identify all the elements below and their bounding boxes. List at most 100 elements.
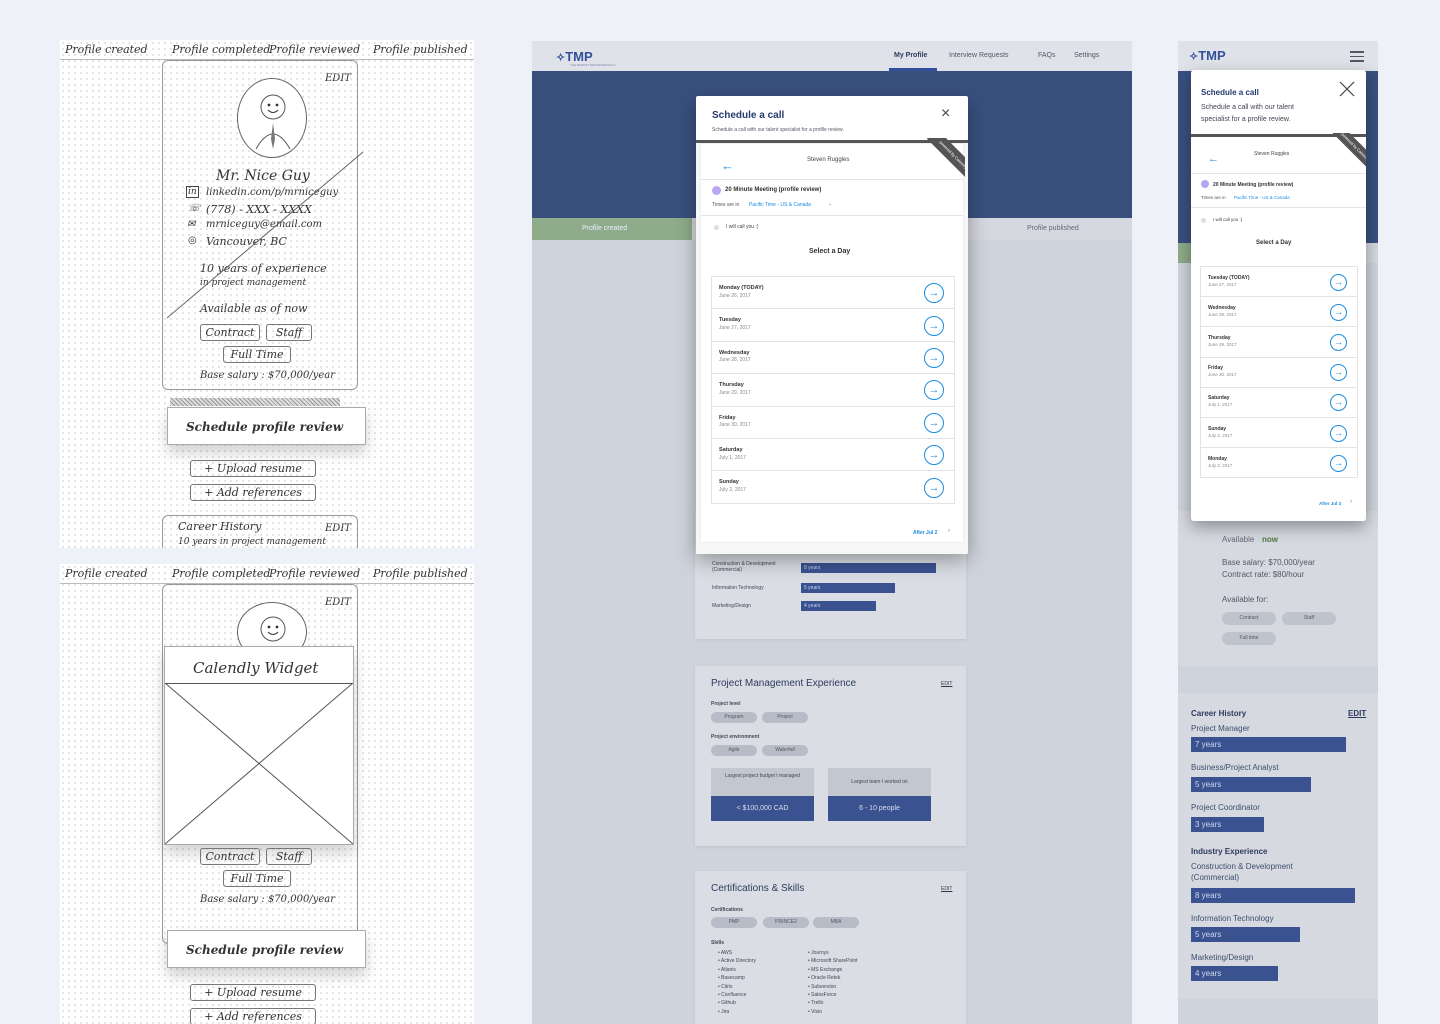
day-row[interactable]: Wednesday June 28, 2017 → <box>1200 297 1358 328</box>
host-name: Steven Ruggles <box>1254 151 1290 157</box>
day-row[interactable]: Thursday June 29, 2017 → <box>1200 327 1358 358</box>
sketch-crumb: Profile created <box>65 43 148 56</box>
budget-label: Largest project budget I managed <box>725 773 800 779</box>
host-name: Steven Ruggles <box>807 157 850 163</box>
sketch-career-title: Career History <box>178 520 262 533</box>
schedule-call-modal: Schedule a call Schedule a call with our… <box>696 96 968 554</box>
skill-item: • MS Exchange <box>808 967 842 973</box>
team-value: 6 - 10 people <box>828 796 931 821</box>
nav-settings[interactable]: Settings <box>1074 52 1099 59</box>
arrow-right-icon[interactable]: → <box>1330 454 1347 472</box>
day-row[interactable]: Saturday July 1, 2017 → <box>711 439 955 472</box>
industry-bar: 5 years <box>801 583 895 593</box>
industry-years: 4 years <box>1195 969 1222 978</box>
arrow-right-icon[interactable]: → <box>1330 333 1347 351</box>
sketch-upload-resume[interactable]: + Upload resume <box>190 460 316 477</box>
day-row[interactable]: Monday July 3, 2017 → <box>1200 448 1358 479</box>
tag-cert: PRINCE2 <box>763 917 809 928</box>
day-row[interactable]: Monday (TODAY) June 26, 2017 → <box>711 277 955 310</box>
tag-staff: Staff <box>1282 612 1336 625</box>
arrow-right-icon[interactable]: → <box>924 315 944 336</box>
budget-label-box: Largest project budget I managed <box>711 768 814 796</box>
skill-label: Subversion <box>811 983 837 990</box>
arrow-right-icon[interactable]: → <box>1330 394 1347 412</box>
day-row[interactable]: Tuesday June 27, 2017 → <box>711 309 955 342</box>
day-row[interactable]: Thursday June 29, 2017 → <box>711 374 955 407</box>
day-row[interactable]: Saturday July 1, 2017 → <box>1200 387 1358 418</box>
nav-my-profile[interactable]: My Profile <box>894 52 927 59</box>
event-color-dot <box>1201 180 1209 188</box>
skill-label: Trello <box>811 1000 824 1007</box>
pm-title: Project Management Experience <box>711 678 857 689</box>
sketch-crumb: Profile published <box>373 43 468 56</box>
sketch-add-references[interactable]: + Add references <box>190 1008 316 1024</box>
day-row[interactable]: Friday June 30, 2017 → <box>1200 357 1358 388</box>
day-row[interactable]: Tuesday (TODAY) June 27, 2017 → <box>1200 267 1358 298</box>
hamburger-menu-icon[interactable] <box>1350 51 1364 62</box>
day-row[interactable]: Wednesday June 28, 2017 → <box>711 341 955 375</box>
calendly-panel: ← Steven Ruggles powered by Calendly 20 … <box>1191 133 1366 521</box>
day-list: Monday (TODAY) June 26, 2017 → Tuesday June … <box>711 276 955 504</box>
day-row[interactable]: Friday June 30, 2017 → <box>711 406 955 439</box>
select-day-heading: Select a Day <box>1256 240 1292 246</box>
mobile-mockup: ✧TMP Available now Base salary: $70,000/… <box>1178 41 1378 1024</box>
sketch-schedule-button[interactable]: Schedule profile review <box>167 407 366 445</box>
note-dot <box>1201 218 1206 223</box>
nav-faqs[interactable]: FAQs <box>1038 52 1056 59</box>
sketch-add-references[interactable]: + Add references <box>190 484 316 501</box>
industry-label: Construction & Development (Commercial) <box>712 561 776 573</box>
sketch-available: Available as of now <box>200 302 308 315</box>
sketch-salary: Base salary : $70,000/year <box>200 370 335 381</box>
industry-bar: 5 years <box>1191 927 1300 942</box>
skill-label: Visio <box>811 1008 822 1015</box>
arrow-right-icon[interactable]: → <box>1330 303 1347 321</box>
certs-edit-link[interactable]: EDIT <box>941 886 952 892</box>
after-link[interactable]: After Jul 2 <box>913 530 937 536</box>
back-arrow-icon[interactable]: ← <box>721 158 734 173</box>
tag-cert: PMP <box>711 917 757 928</box>
pm-edit-link[interactable]: EDIT <box>941 681 952 687</box>
sketch-schedule-button[interactable]: Schedule profile review <box>167 930 366 968</box>
arrow-right-icon[interactable]: → <box>924 477 944 498</box>
day-date: June 30, 2017 <box>719 422 751 429</box>
after-link[interactable]: After Jul 3 <box>1319 501 1341 506</box>
career-edit-link[interactable]: EDIT <box>1348 709 1366 718</box>
career-years: 5 years <box>1195 780 1222 789</box>
arrow-right-icon[interactable]: → <box>1330 364 1347 382</box>
industry-label: Information Technology <box>712 585 764 591</box>
calendly-widget-placeholder: Calendly Widget <box>164 646 354 845</box>
arrow-right-icon[interactable]: → <box>924 380 944 401</box>
arrow-right-icon[interactable]: → <box>924 445 944 466</box>
arrow-right-icon[interactable]: → <box>1330 424 1347 442</box>
arrow-right-icon[interactable]: → <box>1330 273 1347 291</box>
timezone-select[interactable]: Pacific Time - US & Canada <box>749 202 811 208</box>
budget-value: < $100,000 CAD <box>711 796 814 821</box>
sketch-upload-resume[interactable]: + Upload resume <box>190 984 316 1001</box>
sketch-hatching <box>170 398 340 406</box>
day-date: July 2, 2017 <box>719 486 746 493</box>
tmp-logo[interactable]: ✧TMP <box>1189 48 1226 63</box>
back-arrow-icon[interactable]: ← <box>1208 153 1219 165</box>
arrow-right-icon[interactable]: → <box>924 412 944 433</box>
timezone-select[interactable]: Pacific Time - US & Canada <box>1234 195 1290 200</box>
team-label: Largest team I worked on <box>851 779 908 785</box>
skill-item: • Basecamp <box>718 975 745 981</box>
skill-label: Confluence <box>721 992 747 998</box>
skill-label: Oracle Retek <box>811 975 841 982</box>
close-icon[interactable]: × <box>941 104 950 124</box>
close-icon[interactable] <box>1338 80 1356 98</box>
arrow-right-icon[interactable]: → <box>924 347 944 368</box>
tmp-logo[interactable]: ✧TMP THE MARKET PROFESSIONALS <box>556 49 615 67</box>
sketch-pill-staff: Staff <box>266 324 312 341</box>
day-row[interactable]: Sunday July 2, 2017 → <box>711 471 955 504</box>
arrow-right-icon[interactable]: → <box>924 283 944 304</box>
tag-program: Program <box>711 712 757 723</box>
day-name: Wednesday <box>1208 304 1236 311</box>
industry-label: Marketing/Design <box>712 603 751 609</box>
skill-item: • Microsoft SharePoint <box>808 958 858 964</box>
day-row[interactable]: Sunday July 2, 2017 → <box>1200 418 1358 449</box>
nav-interview-requests[interactable]: Interview Requests <box>949 52 1009 59</box>
sketch-edit-link: EDIT <box>325 597 351 608</box>
logo-subtitle: THE MARKET PROFESSIONALS <box>570 63 616 67</box>
day-name: Saturday <box>719 447 743 454</box>
